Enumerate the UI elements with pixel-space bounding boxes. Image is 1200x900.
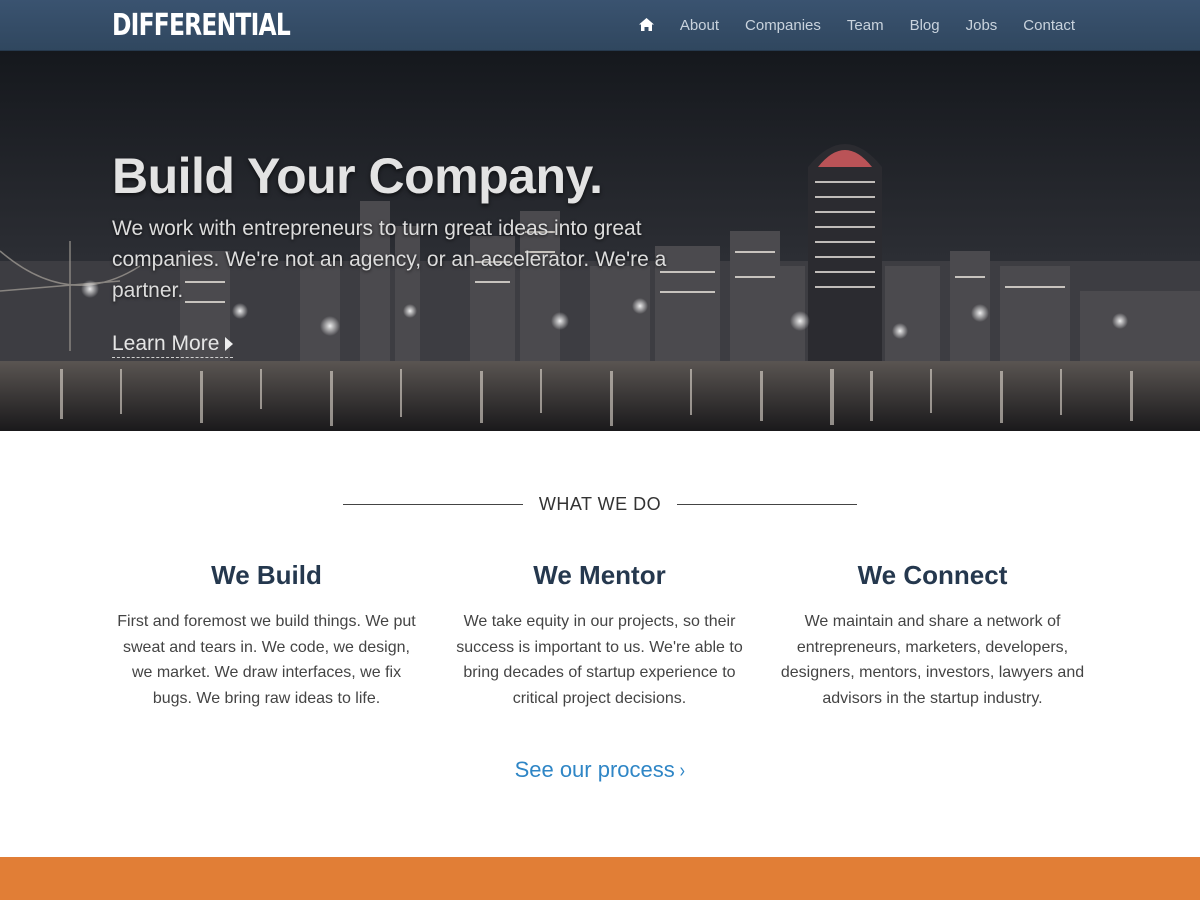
- divider-right: [677, 503, 858, 505]
- section-heading-label: WHAT WE DO: [538, 493, 662, 514]
- nav-link-about[interactable]: About: [680, 17, 719, 34]
- nav-link-jobs[interactable]: Jobs: [966, 17, 998, 34]
- nav-item-team: Team: [847, 17, 884, 35]
- navbar: DIFFERENTIAL About Companies Team Blog J…: [0, 0, 1200, 51]
- orange-footer-band: [0, 857, 1200, 900]
- home-link[interactable]: [638, 18, 654, 31]
- hero-content: Build Your Company. We work with entrepr…: [112, 147, 682, 358]
- process-link-label: See our process: [514, 757, 675, 782]
- nav-link-team[interactable]: Team: [847, 17, 884, 34]
- service-description: We take equity in our projects, so their…: [456, 613, 743, 707]
- service-column-build: We Build First and foremost we build thi…: [100, 560, 433, 711]
- nav-links: About Companies Team Blog Jobs Contact: [613, 0, 1075, 51]
- chevron-right-icon: ›: [679, 760, 685, 782]
- service-title: We Mentor: [533, 560, 666, 590]
- hero-description: We work with entrepreneurs to turn great…: [112, 217, 667, 302]
- nav-link-blog[interactable]: Blog: [910, 17, 940, 34]
- nav-item-home: [638, 18, 654, 31]
- logo[interactable]: DIFFERENTIAL: [112, 8, 291, 44]
- service-title: We Build: [211, 560, 322, 590]
- caret-right-icon: [225, 337, 234, 351]
- learn-more-link[interactable]: Learn More: [112, 332, 234, 358]
- nav-item-contact: Contact: [1023, 17, 1075, 35]
- service-column-connect: We Connect We maintain and share a netwo…: [766, 560, 1099, 711]
- hero-banner: Build Your Company. We work with entrepr…: [0, 51, 1200, 431]
- nav-link-companies[interactable]: Companies: [745, 17, 821, 34]
- nav-link-contact[interactable]: Contact: [1023, 17, 1075, 34]
- service-description: First and foremost we build things. We p…: [117, 613, 416, 707]
- see-our-process-link[interactable]: See our process ›: [515, 757, 686, 782]
- learn-more-label: Learn More: [112, 332, 220, 355]
- section-heading: WHAT WE DO: [343, 493, 858, 515]
- services-columns: We Build First and foremost we build thi…: [100, 560, 1100, 711]
- home-icon: [638, 18, 654, 31]
- nav-item-jobs: Jobs: [966, 17, 998, 35]
- service-column-mentor: We Mentor We take equity in our projects…: [433, 560, 766, 711]
- divider-left: [343, 503, 523, 505]
- process-link-container: See our process ›: [0, 757, 1200, 783]
- nav-item-about: About: [680, 17, 719, 35]
- service-description: We maintain and share a network of entre…: [780, 613, 1085, 707]
- nav-item-companies: Companies: [745, 17, 821, 35]
- nav-item-blog: Blog: [910, 17, 940, 35]
- hero-title: Build Your Company.: [112, 148, 603, 204]
- service-title: We Connect: [857, 560, 1008, 590]
